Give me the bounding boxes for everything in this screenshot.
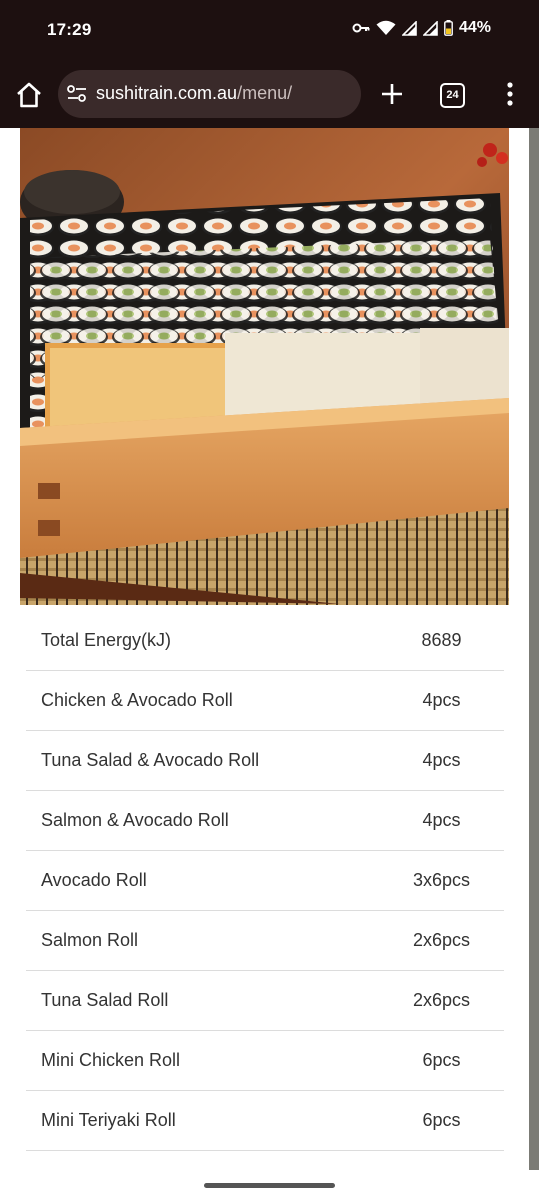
item-name: Tuna Salad Roll [26,970,379,1031]
item-qty: 6pcs [379,1090,504,1151]
menu-table: Total Energy(kJ) 8689 Chicken & Avocado R… [26,611,504,1151]
table-row: Mini Teriyaki Roll 6pcs [26,1090,504,1151]
item-name: Chicken & Avocado Roll [26,670,379,731]
status-bar: 17:29 44% [0,0,539,60]
signal-icon-2 [422,20,438,36]
table-row: Tuna Salad Roll 2x6pcs [26,970,504,1031]
item-name: Salmon Roll [26,910,379,971]
url-domain: sushitrain.com.au [96,83,238,103]
table-row: Salmon & Avocado Roll 4pcs [26,790,504,851]
item-name: Salmon & Avocado Roll [26,790,379,851]
table-row: Tuna Salad & Avocado Roll 4pcs [26,730,504,791]
item-name: Mini Teriyaki Roll [26,1090,379,1151]
item-qty: 8689 [421,630,462,650]
table-row: Salmon Roll 2x6pcs [26,910,504,971]
item-name: Total Energy(kJ) [41,630,172,650]
browser-toolbar: sushitrain.com.au/menu/ 24 [0,60,539,128]
url-path: /menu/ [237,83,293,103]
table-row: Mini Chicken Roll 6pcs [26,1030,504,1091]
home-icon[interactable] [14,80,44,110]
item-qty: 6pcs [379,1030,504,1091]
item-qty: 3x6pcs [379,850,504,911]
item-qty: 2x6pcs [379,910,504,971]
battery-percent: 44% [458,19,491,36]
sushi-platter-image [20,128,509,605]
site-settings-icon[interactable] [66,84,88,104]
key-icon [352,23,370,33]
item-name: Mini Chicken Roll [26,1030,379,1091]
plus-icon[interactable] [378,80,406,108]
table-row: Total Energy(kJ) 8689 [26,611,504,671]
signal-icon [401,20,417,36]
page-content: Total Energy(kJ) 8689 Chicken & Avocado R… [0,128,539,1200]
table-row: Chicken & Avocado Roll 4pcs [26,670,504,731]
gesture-nav-handle[interactable] [204,1183,335,1188]
item-qty: 4pcs [379,790,504,851]
status-time: 17:29 [47,20,92,39]
url-text: sushitrain.com.au/menu/ [96,83,292,104]
status-icons: 44% [352,19,491,37]
battery-icon [444,20,453,36]
item-qty: 4pcs [379,730,504,791]
overflow-menu-icon[interactable] [500,80,520,108]
url-bar[interactable]: sushitrain.com.au/menu/ [58,70,361,118]
item-qty: 4pcs [379,670,504,731]
item-qty: 2x6pcs [379,970,504,1031]
item-name: Avocado Roll [26,850,379,911]
item-name: Tuna Salad & Avocado Roll [26,730,379,791]
wifi-icon [376,20,396,35]
scrollbar[interactable] [529,128,539,1170]
tab-switcher-button[interactable]: 24 [440,83,465,108]
table-row: Avocado Roll 3x6pcs [26,850,504,911]
